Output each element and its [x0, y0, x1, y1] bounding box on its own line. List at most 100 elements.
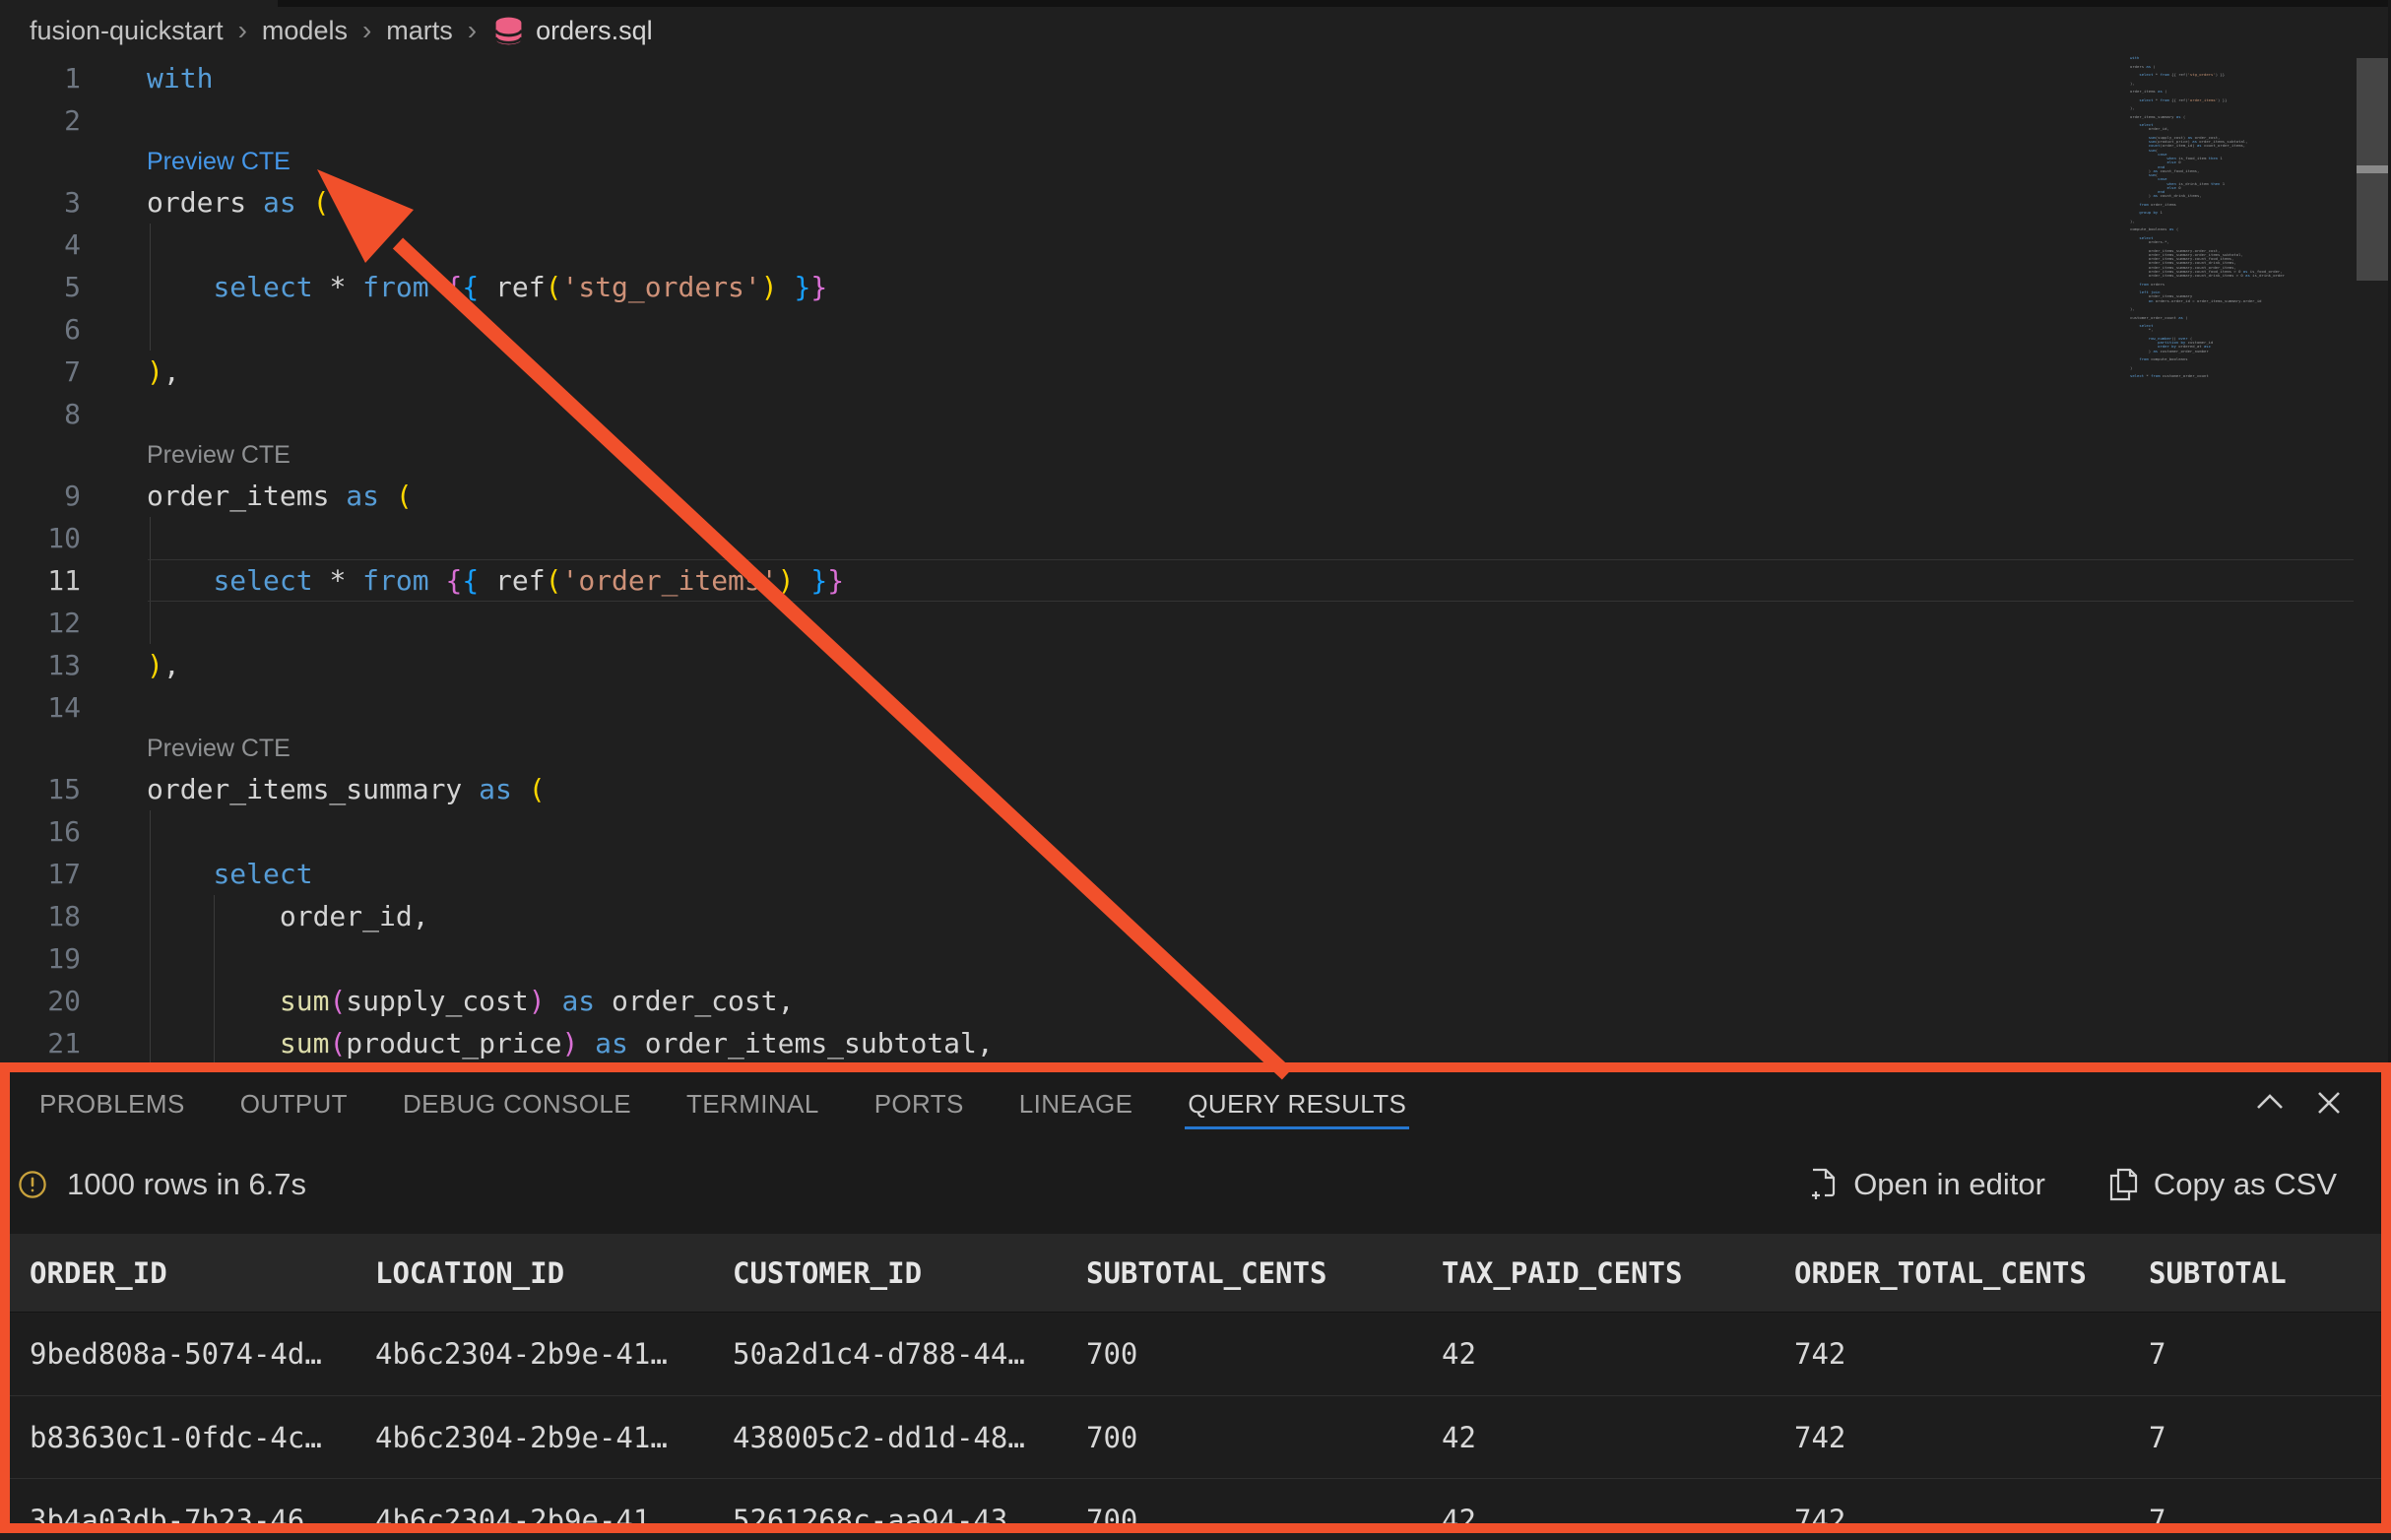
code-line-6[interactable]: 6: [0, 308, 2391, 351]
tab-problems[interactable]: PROBLEMS: [39, 1072, 185, 1135]
table-cell: 700: [1086, 1337, 1442, 1371]
breadcrumb-models[interactable]: models: [262, 16, 348, 46]
editor-scrollbar[interactable]: [2357, 0, 2388, 1062]
line-number: 21: [0, 1022, 81, 1064]
code-line-2[interactable]: 2: [0, 99, 2391, 142]
table-cell: 4b6c2304-2b9e-41: [375, 1504, 733, 1534]
tab-ports[interactable]: PORTS: [874, 1072, 964, 1135]
chevron-right-icon: ›: [362, 15, 371, 46]
minimap[interactable]: with orders as ( select * from {{ ref('s…: [2130, 56, 2355, 381]
maximize-panel-button[interactable]: [2253, 1086, 2287, 1120]
database-icon: [493, 16, 524, 46]
code-line-20[interactable]: 20 sum(supply_cost) as order_cost,: [0, 980, 2391, 1022]
scrollbar-thumb[interactable]: [2357, 58, 2388, 281]
line-number: 4: [0, 224, 81, 266]
table-cell: 7: [2149, 1504, 2381, 1534]
close-panel-button[interactable]: [2312, 1086, 2346, 1120]
line-number: 6: [0, 308, 81, 351]
line-number: 12: [0, 602, 81, 644]
table-cell: 742: [1794, 1421, 2149, 1454]
table-row[interactable]: b83630c1-0fdc-4c…4b6c2304-2b9e-41…438005…: [10, 1395, 2381, 1478]
column-header-subtotal[interactable]: SUBTOTAL: [2149, 1256, 2381, 1290]
tab-output[interactable]: OUTPUT: [240, 1072, 348, 1135]
table-cell: 9bed808a-5074-4d…: [30, 1337, 375, 1371]
table-cell: 4b6c2304-2b9e-41…: [375, 1337, 733, 1371]
table-row[interactable]: 9bed808a-5074-4d…4b6c2304-2b9e-41…50a2d1…: [10, 1313, 2381, 1395]
results-table-body: 9bed808a-5074-4d…4b6c2304-2b9e-41…50a2d1…: [10, 1313, 2381, 1533]
code-line-19[interactable]: 19: [0, 937, 2391, 980]
warning-icon: [18, 1170, 47, 1199]
column-header-order_id[interactable]: ORDER_ID: [30, 1256, 375, 1290]
panel-tabs: PROBLEMS OUTPUT DEBUG CONSOLE TERMINAL PORTS…: [10, 1072, 2381, 1135]
line-number: 14: [0, 686, 81, 729]
copy-as-csv-button[interactable]: Copy as CSV: [2108, 1167, 2337, 1202]
results-status-bar: 1000 rows in 6.7s Open in editor: [10, 1135, 2381, 1234]
chevron-right-icon: ›: [238, 15, 247, 46]
column-header-order_total_cents[interactable]: ORDER_TOTAL_CENTS: [1794, 1256, 2149, 1290]
column-header-customer_id[interactable]: CUSTOMER_ID: [733, 1256, 1086, 1290]
app-window: fusion-quickstart › models › marts › ord…: [0, 0, 2391, 1540]
code-line-5[interactable]: 5 select * from {{ ref('stg_orders') }}: [0, 266, 2391, 308]
line-number: 7: [0, 351, 81, 393]
code-line-12[interactable]: 12: [0, 602, 2391, 644]
column-header-subtotal_cents[interactable]: SUBTOTAL_CENTS: [1086, 1256, 1442, 1290]
column-header-location_id[interactable]: LOCATION_ID: [375, 1256, 733, 1290]
line-number: 19: [0, 937, 81, 980]
code-line-17[interactable]: 17 select: [0, 853, 2391, 895]
table-cell: 7: [2149, 1337, 2381, 1371]
table-row[interactable]: 3b4a03db-7b23-464b6c2304-2b9e-415261268c…: [10, 1478, 2381, 1533]
code-line-1[interactable]: 1with: [0, 57, 2391, 99]
code-lens-preview-cte[interactable]: Preview CTE: [0, 435, 2391, 475]
table-cell: 5261268c-aa94-43: [733, 1504, 1086, 1534]
code-line-18[interactable]: 18 order_id,: [0, 895, 2391, 937]
breadcrumb: fusion-quickstart › models › marts › ord…: [0, 7, 2391, 54]
file-plus-icon: [1809, 1168, 1838, 1201]
line-number: 16: [0, 810, 81, 853]
code-editor[interactable]: 1with2Preview CTE3orders as (45 select *…: [0, 57, 2391, 1064]
tab-debug-console[interactable]: DEBUG CONSOLE: [403, 1072, 631, 1135]
code-line-4[interactable]: 4: [0, 224, 2391, 266]
table-cell: 7: [2149, 1421, 2381, 1454]
window-top-edge: [278, 0, 2391, 7]
line-number: 11: [0, 559, 81, 602]
tab-query-results[interactable]: QUERY RESULTS: [1188, 1072, 1406, 1135]
line-number: 10: [0, 517, 81, 559]
table-cell: 50a2d1c4-d788-44…: [733, 1337, 1086, 1371]
close-icon: [2316, 1090, 2342, 1116]
breadcrumb-project[interactable]: fusion-quickstart: [30, 16, 224, 46]
code-line-11[interactable]: 11 select * from {{ ref('order_items') }…: [0, 559, 2391, 602]
code-line-3[interactable]: 3orders as (: [0, 181, 2391, 224]
table-cell: 42: [1442, 1504, 1794, 1534]
column-header-tax_paid_cents[interactable]: TAX_PAID_CENTS: [1442, 1256, 1794, 1290]
line-number: 17: [0, 853, 81, 895]
code-line-13[interactable]: 13),: [0, 644, 2391, 686]
code-line-15[interactable]: 15order_items_summary as (: [0, 768, 2391, 810]
line-number: 20: [0, 980, 81, 1022]
code-line-9[interactable]: 9order_items as (: [0, 475, 2391, 517]
code-line-14[interactable]: 14: [0, 686, 2391, 729]
chevron-right-icon: ›: [468, 15, 477, 46]
breadcrumb-marts[interactable]: marts: [386, 16, 453, 46]
code-line-21[interactable]: 21 sum(product_price) as order_items_sub…: [0, 1022, 2391, 1064]
line-number: 8: [0, 393, 81, 435]
code-line-10[interactable]: 10: [0, 517, 2391, 559]
tab-terminal[interactable]: TERMINAL: [686, 1072, 819, 1135]
code-line-7[interactable]: 7),: [0, 351, 2391, 393]
table-cell: 700: [1086, 1421, 1442, 1454]
row-count-status: 1000 rows in 6.7s: [67, 1167, 306, 1202]
code-line-8[interactable]: 8: [0, 393, 2391, 435]
line-number: 1: [0, 57, 81, 99]
table-cell: 4b6c2304-2b9e-41…: [375, 1421, 733, 1454]
copy-icon: [2108, 1168, 2138, 1201]
code-line-16[interactable]: 16: [0, 810, 2391, 853]
line-number: 3: [0, 181, 81, 224]
table-cell: 42: [1442, 1337, 1794, 1371]
table-cell: 42: [1442, 1421, 1794, 1454]
breadcrumb-file[interactable]: orders.sql: [536, 16, 653, 46]
line-number: 18: [0, 895, 81, 937]
line-number: 15: [0, 768, 81, 810]
code-lens-preview-cte[interactable]: Preview CTE: [0, 142, 2391, 181]
tab-lineage[interactable]: LINEAGE: [1019, 1072, 1133, 1135]
code-lens-preview-cte[interactable]: Preview CTE: [0, 729, 2391, 768]
open-in-editor-button[interactable]: Open in editor: [1809, 1167, 2045, 1202]
